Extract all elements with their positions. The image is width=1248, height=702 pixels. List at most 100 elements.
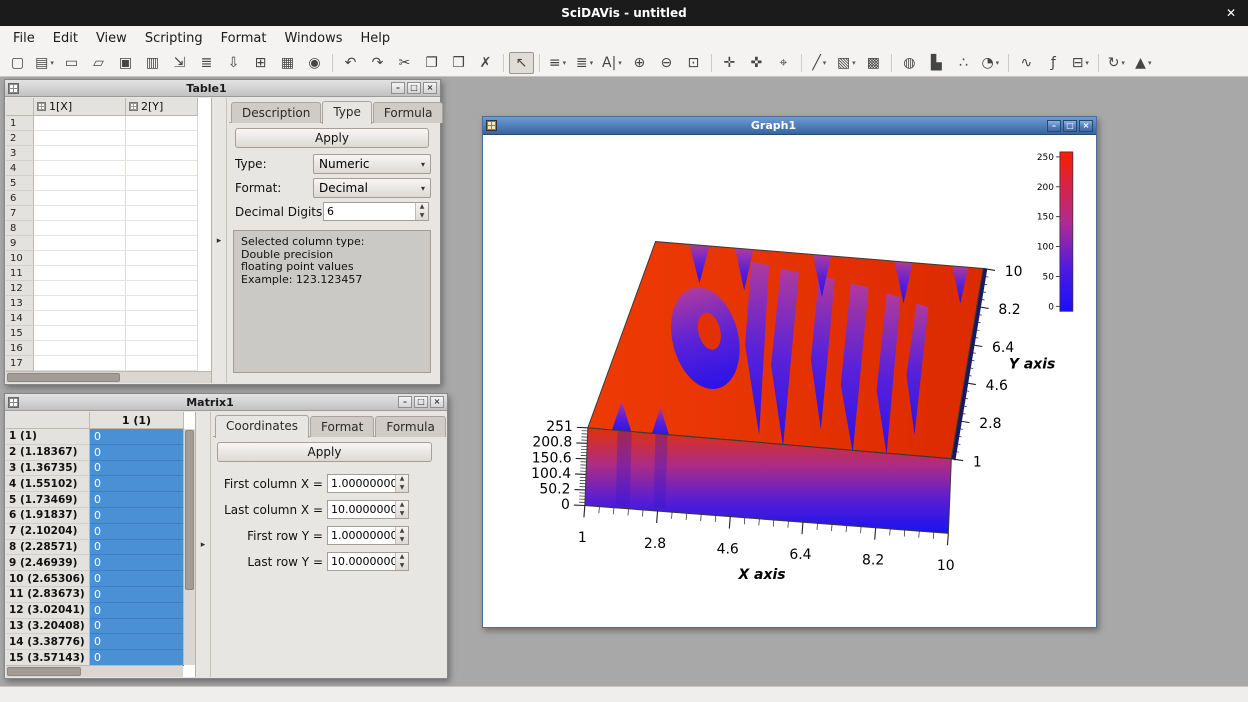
table-cell[interactable] bbox=[126, 281, 198, 296]
decimal-digits-spinbox[interactable]: 6▲▼ bbox=[323, 202, 429, 221]
matrix-cell[interactable]: 0 bbox=[90, 461, 184, 477]
select-columns-button[interactable]: ≡▾ bbox=[545, 52, 570, 74]
matrix-column-header[interactable]: 1 (1) bbox=[90, 412, 184, 429]
matrix1-tab-coordinates[interactable]: Coordinates bbox=[215, 415, 309, 438]
table-cell[interactable] bbox=[126, 191, 198, 206]
matrix-row-header[interactable]: 4 (1.55102) bbox=[6, 476, 90, 492]
menu-item-view[interactable]: View bbox=[87, 28, 136, 49]
row-number[interactable]: 12 bbox=[6, 281, 34, 296]
table-cell[interactable] bbox=[126, 296, 198, 311]
row-number[interactable]: 9 bbox=[6, 236, 34, 251]
maximize-button[interactable]: □ bbox=[1063, 120, 1077, 132]
matrix-row-header[interactable]: 3 (1.36735) bbox=[6, 461, 90, 477]
graph1-titlebar[interactable]: Graph1 – □ × bbox=[483, 117, 1096, 135]
table-cell[interactable] bbox=[34, 131, 126, 146]
plot-canvas[interactable]: 251200.8150.6100.450.2012.84.66.48.210X … bbox=[484, 136, 1095, 626]
maximize-button[interactable]: □ bbox=[414, 396, 428, 408]
table-cell[interactable] bbox=[34, 221, 126, 236]
menu-item-help[interactable]: Help bbox=[351, 28, 399, 49]
row-number[interactable]: 15 bbox=[6, 326, 34, 341]
close-button[interactable]: × bbox=[1079, 120, 1093, 132]
spin-up-icon[interactable]: ▲ bbox=[396, 475, 408, 484]
save-template-button[interactable]: ▥ bbox=[140, 52, 165, 74]
row-number[interactable]: 14 bbox=[6, 311, 34, 326]
table-cell[interactable] bbox=[34, 161, 126, 176]
matrix-row-header[interactable]: 13 (3.20408) bbox=[6, 619, 90, 635]
row-number[interactable]: 3 bbox=[6, 146, 34, 161]
matrix1-tab-formula[interactable]: Formula bbox=[375, 416, 446, 437]
table-cell[interactable] bbox=[34, 356, 126, 371]
table-cell[interactable] bbox=[126, 146, 198, 161]
matrix-row-header[interactable]: 12 (3.02041) bbox=[6, 603, 90, 619]
menu-item-file[interactable]: File bbox=[4, 28, 44, 49]
format-dropdown[interactable]: Decimal▾ bbox=[313, 178, 431, 198]
row-number[interactable]: 7 bbox=[6, 206, 34, 221]
table-cell[interactable] bbox=[34, 266, 126, 281]
text-tool-button[interactable]: A|▾ bbox=[599, 52, 625, 74]
table-cell[interactable] bbox=[34, 206, 126, 221]
matrix-row-header[interactable]: 15 (3.57143) bbox=[6, 650, 90, 666]
zoom-out-button[interactable]: ⊖ bbox=[654, 52, 679, 74]
matrix1-tab-format[interactable]: Format bbox=[310, 416, 374, 437]
matrix1-grid[interactable]: 1 (1) 1 (1)02 (1.18367)03 (1.36735)04 (1… bbox=[6, 412, 196, 677]
column-header-2[Y][interactable]: 2[Y] bbox=[126, 98, 198, 116]
table1-tab-formula[interactable]: Formula bbox=[373, 102, 444, 123]
table-cell[interactable] bbox=[126, 311, 198, 326]
type-dropdown[interactable]: Numeric▾ bbox=[313, 154, 431, 174]
matrix-cell[interactable]: 0 bbox=[90, 524, 184, 540]
matrix1-vscrollbar[interactable] bbox=[183, 429, 195, 665]
table-cell[interactable] bbox=[34, 326, 126, 341]
spin-down-icon[interactable]: ▼ bbox=[416, 212, 428, 221]
add-image-button[interactable]: ▩ bbox=[861, 52, 886, 74]
redo-button[interactable]: ↷ bbox=[365, 52, 390, 74]
table1-tab-type[interactable]: Type bbox=[322, 101, 372, 124]
menu-item-edit[interactable]: Edit bbox=[44, 28, 87, 49]
scrollbar-thumb[interactable] bbox=[7, 667, 81, 676]
data-reader-button[interactable]: ✜ bbox=[744, 52, 769, 74]
close-button[interactable]: × bbox=[430, 396, 444, 408]
matrix1-splitter[interactable]: ▸ bbox=[196, 412, 211, 677]
surface-plot-3d[interactable]: 251200.8150.6100.450.2012.84.66.48.210X … bbox=[484, 136, 1095, 626]
open-project-button[interactable]: ▭ bbox=[59, 52, 84, 74]
table-cell[interactable] bbox=[126, 206, 198, 221]
table-cell[interactable] bbox=[126, 236, 198, 251]
menu-item-format[interactable]: Format bbox=[212, 28, 276, 49]
lastcolumnx-spinbox[interactable]: 10.0000000▲▼ bbox=[327, 500, 409, 519]
table-cell[interactable] bbox=[34, 146, 126, 161]
apply-button[interactable]: Apply bbox=[235, 128, 429, 148]
matrix-row-header[interactable]: 14 (3.38776) bbox=[6, 634, 90, 650]
table1-titlebar[interactable]: Table1 – □ × bbox=[5, 80, 440, 97]
row-number[interactable]: 6 bbox=[6, 191, 34, 206]
row-number[interactable]: 8 bbox=[6, 221, 34, 236]
matrix-cell[interactable]: 0 bbox=[90, 445, 184, 461]
table-cell[interactable] bbox=[126, 131, 198, 146]
spin-up-icon[interactable]: ▲ bbox=[396, 501, 408, 510]
export-pdf-button[interactable]: ⇩ bbox=[221, 52, 246, 74]
table-cell[interactable] bbox=[34, 311, 126, 326]
row-number[interactable]: 11 bbox=[6, 266, 34, 281]
matrix-cell[interactable]: 0 bbox=[90, 540, 184, 556]
matrix-cell[interactable]: 0 bbox=[90, 555, 184, 571]
spin-down-icon[interactable]: ▼ bbox=[396, 510, 408, 519]
table1-grid[interactable]: 1[X]2[Y] 1234567891011121314151617 bbox=[6, 98, 212, 383]
draw-line-button[interactable]: ╱▾ bbox=[807, 52, 832, 74]
select-data-range-button[interactable]: ⌖ bbox=[771, 52, 796, 74]
spin-up-icon[interactable]: ▲ bbox=[396, 527, 408, 536]
splitter-arrow-icon[interactable]: ▸ bbox=[217, 236, 222, 246]
matrix1-titlebar[interactable]: Matrix1 – □ × bbox=[5, 394, 447, 411]
matrix-row-header[interactable]: 11 (2.83673) bbox=[6, 587, 90, 603]
matrix-row-header[interactable]: 5 (1.73469) bbox=[6, 492, 90, 508]
table-cell[interactable] bbox=[34, 281, 126, 296]
function-plot-button[interactable]: ƒ bbox=[1041, 52, 1066, 74]
pointer-tool-button[interactable]: ↖ bbox=[509, 52, 534, 74]
print-button[interactable]: ≣ bbox=[194, 52, 219, 74]
matrix-row-header[interactable]: 1 (1) bbox=[6, 429, 90, 445]
menu-item-scripting[interactable]: Scripting bbox=[136, 28, 212, 49]
project-explorer-button[interactable]: ⊞ bbox=[248, 52, 273, 74]
import-ascii-button[interactable]: ⇲ bbox=[167, 52, 192, 74]
scrollbar-thumb[interactable] bbox=[185, 430, 194, 590]
matrix-cell[interactable]: 0 bbox=[90, 603, 184, 619]
matrix1-hscrollbar[interactable] bbox=[6, 665, 183, 677]
copy-selection-button[interactable]: ❐ bbox=[419, 52, 444, 74]
table-cell[interactable] bbox=[126, 266, 198, 281]
